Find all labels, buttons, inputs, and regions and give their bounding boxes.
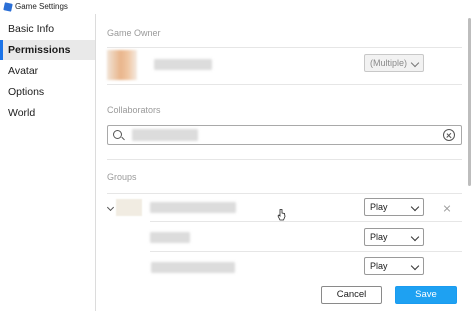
sidebar-item-options[interactable]: Options (0, 82, 95, 102)
group-permission-dropdown[interactable]: Play (364, 198, 424, 216)
sidebar-item-avatar[interactable]: Avatar (0, 61, 95, 81)
divider (107, 193, 462, 194)
dialog-footer: Cancel Save (96, 281, 474, 311)
title-bar: Game Settings (0, 0, 474, 14)
roblox-studio-icon (3, 2, 13, 12)
collaborator-search-input[interactable] (107, 125, 462, 145)
group-name-redacted (150, 202, 236, 213)
role-name-redacted (151, 262, 235, 273)
role-permission-value: Play (370, 232, 388, 242)
owner-permission-value: (Multiple) (370, 58, 408, 68)
permissions-panel: Game Owner (Multiple) Collaborators Grou… (96, 14, 474, 281)
chevron-down-icon (410, 202, 420, 212)
sidebar-item-basic-info[interactable]: Basic Info (0, 19, 95, 39)
owner-avatar (107, 50, 137, 80)
role-permission-value: Play (370, 261, 388, 271)
divider (107, 84, 462, 85)
chevron-down-icon (410, 58, 420, 68)
cancel-button[interactable]: Cancel (321, 286, 382, 304)
settings-sidebar: Basic Info Permissions Avatar Options Wo… (0, 14, 96, 311)
group-permission-value: Play (370, 202, 388, 212)
divider (150, 221, 462, 222)
role-name-redacted (150, 232, 190, 243)
chevron-down-icon (410, 232, 420, 242)
search-icon (113, 130, 122, 139)
scrollbar-thumb[interactable] (468, 18, 471, 186)
expand-chevron-icon[interactable] (106, 203, 115, 212)
search-text-redacted (132, 129, 198, 141)
sidebar-item-permissions[interactable]: Permissions (0, 40, 95, 60)
remove-icon[interactable] (443, 204, 451, 212)
role-permission-dropdown[interactable]: Play (364, 257, 424, 275)
chevron-down-icon (410, 261, 420, 271)
collaborators-label: Collaborators (107, 105, 161, 115)
mouse-cursor-icon (277, 209, 286, 221)
group-thumbnail (116, 199, 142, 216)
divider (150, 251, 462, 252)
window-title: Game Settings (15, 2, 68, 11)
owner-name-redacted (154, 59, 212, 70)
divider (107, 47, 462, 48)
role-permission-dropdown[interactable]: Play (364, 228, 424, 246)
owner-permission-dropdown[interactable]: (Multiple) (364, 54, 424, 72)
groups-label: Groups (107, 172, 137, 182)
divider (107, 159, 462, 160)
clear-icon[interactable] (443, 129, 455, 141)
save-button[interactable]: Save (395, 286, 457, 304)
game-owner-label: Game Owner (107, 28, 161, 38)
sidebar-item-world[interactable]: World (0, 103, 95, 123)
